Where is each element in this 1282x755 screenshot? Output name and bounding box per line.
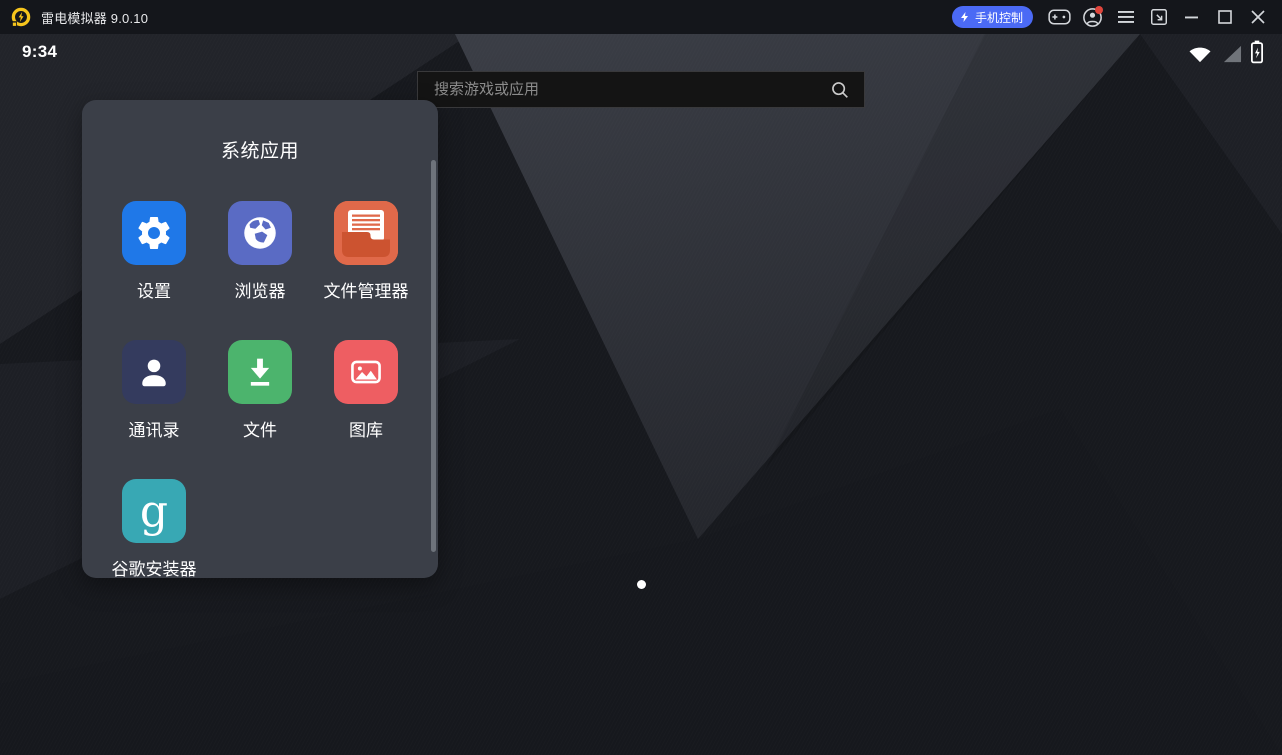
status-icons	[1187, 40, 1264, 64]
google-installer-g-icon: g	[122, 479, 186, 543]
close-icon[interactable]	[1241, 4, 1274, 30]
panel-scrollbar[interactable]	[431, 160, 436, 552]
minimize-icon[interactable]	[1175, 4, 1208, 30]
account-icon[interactable]	[1076, 4, 1109, 30]
titlebar-controls: 手机控制	[952, 4, 1282, 30]
window-title: 雷电模拟器 9.0.10	[41, 8, 148, 27]
panel-title: 系统应用	[82, 100, 438, 163]
android-home-screen: 9:34 系统应用	[0, 34, 1282, 755]
browser-globe-icon	[228, 201, 292, 265]
emulator-window: 雷电模拟器 9.0.10 手机控制	[0, 0, 1282, 755]
app-label: 通讯录	[129, 416, 180, 441]
search-icon[interactable]	[829, 79, 851, 101]
ldplayer-logo-icon	[10, 6, 32, 28]
app-label: 文件	[243, 416, 277, 441]
search-input[interactable]	[418, 72, 829, 107]
files-download-icon	[228, 340, 292, 404]
gallery-image-icon	[334, 340, 398, 404]
app-contacts-person[interactable]: 通讯录	[101, 340, 207, 441]
battery-charging-icon	[1250, 40, 1264, 64]
app-file-manager-folder[interactable]: 文件管理器	[313, 201, 419, 302]
file-manager-folder-icon	[334, 201, 398, 265]
lightning-icon	[959, 11, 971, 23]
titlebar: 雷电模拟器 9.0.10 手机控制	[0, 0, 1282, 34]
phone-control-label: 手机控制	[975, 9, 1023, 26]
phone-control-button[interactable]: 手机控制	[952, 6, 1033, 28]
app-settings-gear[interactable]: 设置	[101, 201, 207, 302]
cell-signal-icon	[1220, 43, 1243, 64]
search-bar	[417, 71, 865, 108]
app-label: 图库	[349, 416, 383, 441]
app-label: 谷歌安装器	[112, 555, 197, 580]
app-label: 设置	[137, 277, 171, 302]
svg-text:g: g	[140, 486, 168, 537]
status-time: 9:34	[22, 42, 57, 62]
resize-window-icon[interactable]	[1142, 4, 1175, 30]
titlebar-left: 雷电模拟器 9.0.10	[0, 6, 952, 28]
page-indicator-dot	[637, 580, 646, 589]
app-browser-globe[interactable]: 浏览器	[207, 201, 313, 302]
app-files-download[interactable]: 文件	[207, 340, 313, 441]
gamepad-icon[interactable]	[1043, 4, 1076, 30]
system-apps-panel: 系统应用 设置 浏览器 文件管理器通讯录 文件 图库 g 谷歌安装器	[82, 100, 438, 578]
maximize-icon[interactable]	[1208, 4, 1241, 30]
app-grid: 设置 浏览器 文件管理器通讯录 文件 图库 g 谷歌安装器	[82, 201, 438, 580]
app-label: 文件管理器	[324, 277, 409, 302]
menu-icon[interactable]	[1109, 4, 1142, 30]
app-google-installer-g[interactable]: g 谷歌安装器	[101, 479, 207, 580]
contacts-person-icon	[122, 340, 186, 404]
notification-dot	[1095, 6, 1103, 14]
wifi-icon	[1187, 43, 1213, 64]
app-gallery-image[interactable]: 图库	[313, 340, 419, 441]
app-label: 浏览器	[235, 277, 286, 302]
settings-gear-icon	[122, 201, 186, 265]
